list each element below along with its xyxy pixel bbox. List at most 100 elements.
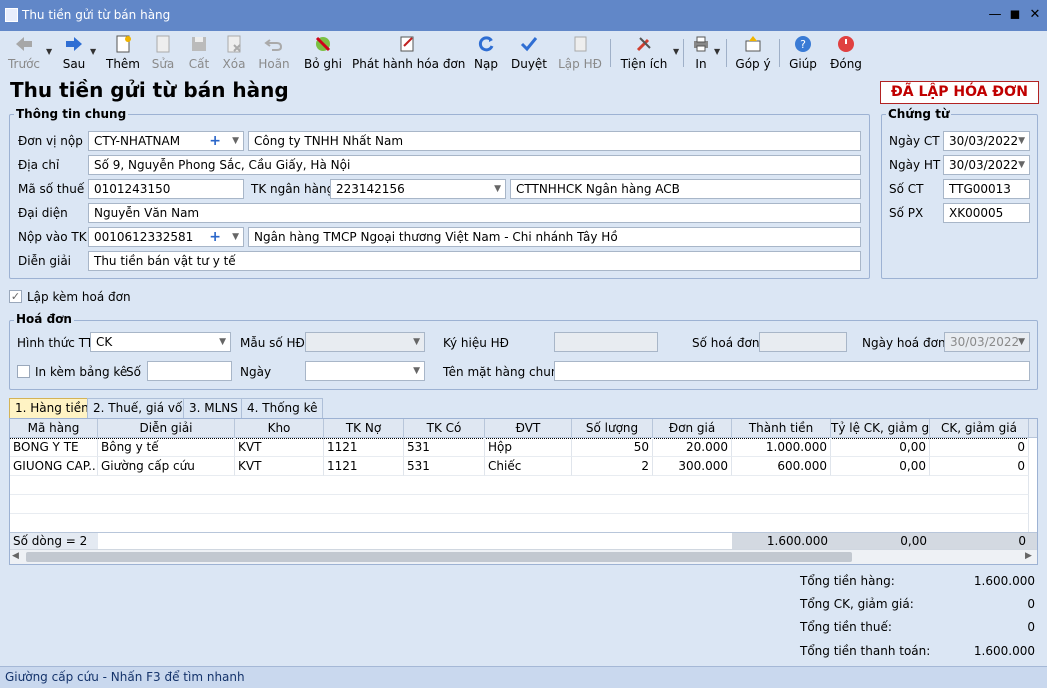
table-cell[interactable]: Hộp xyxy=(485,438,572,457)
print-button[interactable]: In ▼ xyxy=(688,33,720,73)
table-cell[interactable]: 0,00 xyxy=(831,457,930,476)
address-field[interactable]: Số 9, Nguyễn Phong Sắc, Cầu Giấy, Hà Nội xyxy=(88,155,861,175)
minimize-button[interactable]: — xyxy=(985,6,1005,24)
table-cell[interactable]: 0 xyxy=(930,438,1029,457)
add-icon[interactable]: + xyxy=(209,132,221,150)
horizontal-scrollbar[interactable]: ◀ ▶ xyxy=(10,549,1037,564)
close-window-button[interactable]: ✕ xyxy=(1025,6,1045,24)
table-cell[interactable]: BONG Y TE xyxy=(10,438,98,457)
add-icon[interactable]: + xyxy=(209,228,221,246)
save-button[interactable]: Cất xyxy=(184,33,214,73)
help-button[interactable]: ? Giúp xyxy=(786,33,820,73)
feedback-button[interactable]: Góp ý xyxy=(733,33,773,73)
chevron-down-icon[interactable]: ▼ xyxy=(219,333,226,351)
table-cell[interactable]: 0,00 xyxy=(831,438,930,457)
table-cell[interactable]: 531 xyxy=(404,457,485,476)
scrollbar-thumb[interactable] xyxy=(26,552,852,562)
column-header[interactable]: Kho xyxy=(235,419,324,438)
tax-code-field[interactable]: 0101243150 xyxy=(88,179,244,199)
undo-button[interactable]: Hoãn xyxy=(256,33,292,73)
chevron-down-icon[interactable]: ▼ xyxy=(1018,156,1025,174)
payer-code-combo[interactable]: CTY-NHATNAM + ▼ xyxy=(88,131,244,151)
deposit-account-combo[interactable]: 0010612332581 + ▼ xyxy=(88,227,244,247)
table-cell[interactable]: Giường cấp cứu xyxy=(98,457,235,476)
scroll-right-icon[interactable]: ▶ xyxy=(1025,551,1032,561)
table-cell[interactable]: 0 xyxy=(930,457,1029,476)
invoice-number-field[interactable] xyxy=(759,332,847,352)
column-header[interactable]: Thành tiền xyxy=(732,419,831,438)
column-header[interactable]: ĐVT xyxy=(485,419,572,438)
chevron-down-icon[interactable]: ▼ xyxy=(1018,132,1025,150)
common-item-field[interactable] xyxy=(554,361,1030,381)
approve-button[interactable]: Duyệt xyxy=(508,33,550,73)
table-cell[interactable]: KVT xyxy=(235,457,324,476)
delete-button[interactable]: Xóa xyxy=(219,33,249,73)
deposit-bank-field[interactable]: Ngân hàng TMCP Ngoại thương Việt Nam - C… xyxy=(248,227,861,247)
bank-account-combo[interactable]: 223142156 ▼ xyxy=(330,179,506,199)
issue-invoice-button[interactable]: Phát hành hóa đơn xyxy=(352,33,465,73)
utilities-button[interactable]: Tiện ích ▼ xyxy=(618,33,679,73)
column-header[interactable]: TK Có xyxy=(404,419,485,438)
chevron-down-icon[interactable]: ▼ xyxy=(413,362,420,380)
voucher-number-field[interactable]: TTG00013 xyxy=(943,179,1030,199)
print-list-checkbox[interactable] xyxy=(17,365,30,378)
export-number-field[interactable]: XK00005 xyxy=(943,203,1030,223)
table-cell[interactable]: 1121 xyxy=(324,457,404,476)
column-header[interactable]: Đơn giá xyxy=(653,419,732,438)
table-cell[interactable]: 300.000 xyxy=(653,457,732,476)
posting-date-picker[interactable]: 30/03/2022 ▼ xyxy=(943,155,1030,175)
table-cell[interactable]: Bông y tế xyxy=(98,438,235,457)
payer-name-field[interactable]: Công ty TNHH Nhất Nam xyxy=(248,131,861,151)
next-button[interactable]: Sau ▼ xyxy=(56,33,96,73)
table-cell[interactable]: 20.000 xyxy=(653,438,732,457)
description-field[interactable]: Thu tiền bán vật tư y tế xyxy=(88,251,861,271)
invoice-date-picker[interactable]: 30/03/2022 ▼ xyxy=(944,332,1030,352)
invoice-symbol-field[interactable] xyxy=(554,332,658,352)
table-cell[interactable]: 531 xyxy=(404,438,485,457)
chevron-down-icon[interactable]: ▼ xyxy=(232,132,239,150)
invoice-template-select[interactable]: ▼ xyxy=(305,332,425,352)
bank-account-name-field[interactable]: CTTNHHCK Ngân hàng ACB xyxy=(510,179,861,199)
scroll-left-icon[interactable]: ◀ xyxy=(12,551,19,561)
empty-row[interactable] xyxy=(10,476,1029,495)
tab-tax-cost[interactable]: 2. Thuế, giá vốn xyxy=(87,398,196,418)
column-header[interactable]: Diễn giải xyxy=(98,419,235,438)
column-header[interactable]: TK Nợ xyxy=(324,419,404,438)
chevron-down-icon[interactable]: ▼ xyxy=(232,228,239,246)
voucher-date-picker[interactable]: 30/03/2022 ▼ xyxy=(943,131,1030,151)
chevron-down-icon[interactable]: ▼ xyxy=(494,180,501,198)
make-invoice-button[interactable]: Lập HĐ xyxy=(557,33,603,73)
table-cell[interactable]: KVT xyxy=(235,438,324,457)
deposit-account-label: Nộp vào TK xyxy=(18,230,87,244)
payment-method-select[interactable]: CK ▼ xyxy=(90,332,231,352)
tab-goods-money[interactable]: 1. Hàng tiền xyxy=(9,398,95,418)
table-cell[interactable]: Chiếc xyxy=(485,457,572,476)
table-cell[interactable]: 1121 xyxy=(324,438,404,457)
empty-row[interactable] xyxy=(10,514,1029,533)
add-button[interactable]: Thêm xyxy=(104,33,142,73)
reload-button[interactable]: Nạp xyxy=(469,33,503,73)
chevron-down-icon[interactable]: ▼ xyxy=(1018,333,1025,351)
table-cell[interactable]: 1.000.000 xyxy=(732,438,831,457)
table-cell[interactable]: 600.000 xyxy=(732,457,831,476)
with-invoice-checkbox[interactable]: ✓ xyxy=(9,290,22,303)
representative-field[interactable]: Nguyễn Văn Nam xyxy=(88,203,861,223)
chevron-down-icon[interactable]: ▼ xyxy=(413,333,420,351)
tab-statistics[interactable]: 4. Thống kê xyxy=(241,398,324,418)
empty-row[interactable] xyxy=(10,495,1029,514)
table-cell[interactable]: GIUONG CAP... xyxy=(10,457,98,476)
column-header[interactable]: CK, giảm giá xyxy=(930,419,1029,438)
table-cell[interactable]: 50 xyxy=(572,438,653,457)
list-number-field[interactable] xyxy=(147,361,232,381)
list-date-picker[interactable]: ▼ xyxy=(305,361,425,381)
column-header[interactable]: Số lượng xyxy=(572,419,653,438)
column-header[interactable]: Mã hàng xyxy=(10,419,98,438)
close-button[interactable]: Đóng xyxy=(828,33,864,73)
prev-button[interactable]: Trước ▼ xyxy=(4,33,52,73)
tab-mlns[interactable]: 3. MLNS xyxy=(183,398,244,418)
maximize-button[interactable]: ◼ xyxy=(1005,6,1025,24)
column-header[interactable]: Tỷ lệ CK, giảm giá xyxy=(831,419,930,438)
edit-button[interactable]: Sửa xyxy=(148,33,178,73)
unpost-button[interactable]: Bỏ ghi xyxy=(301,33,345,73)
table-cell[interactable]: 2 xyxy=(572,457,653,476)
